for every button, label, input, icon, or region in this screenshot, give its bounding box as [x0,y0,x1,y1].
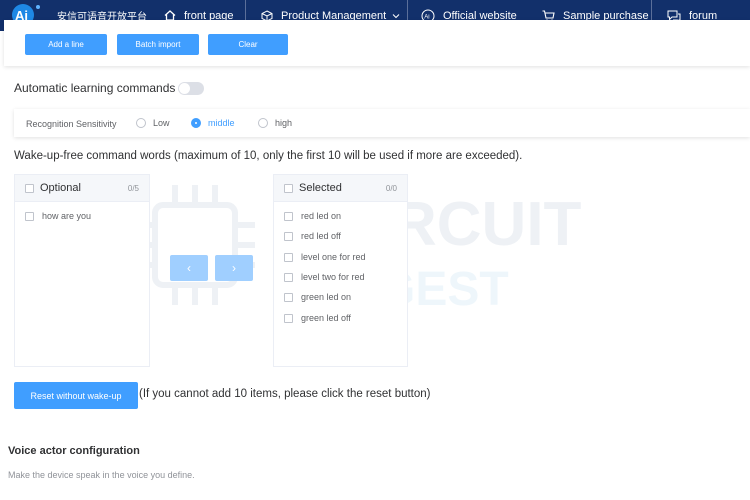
reset-note: (If you cannot add 10 items, please clic… [139,388,431,400]
selected-panel: Selected 0/0 red led on red led off leve… [273,174,408,367]
select-all-optional-checkbox[interactable] [25,184,34,193]
list-item-label: level two for red [301,272,365,282]
optional-panel-count: 0/5 [127,184,139,193]
toggle-knob [179,83,190,94]
radio-label: middle [208,118,235,128]
optional-panel-header: Optional 0/5 [15,175,149,202]
list-item[interactable]: green led on [284,292,351,302]
list-item-label: how are you [42,211,92,221]
optional-panel: Optional 0/5 how are you [14,174,150,367]
chevron-down-icon [392,13,400,18]
add-line-button[interactable]: Add a line [25,34,107,55]
command-actions-card: Add a line Batch import Clear [4,20,750,66]
clear-button[interactable]: Clear [208,34,288,55]
chevron-right-icon: › [232,261,236,275]
radio-checked-icon [191,118,201,128]
item-checkbox[interactable] [284,272,293,282]
selected-panel-title: Selected [299,182,342,194]
wake-free-title: Wake-up-free command words (maximum of 1… [14,150,523,162]
auto-learning-toggle[interactable] [178,82,204,95]
radio-label: Low [153,118,170,128]
sensitivity-option-high[interactable]: high [258,118,292,128]
list-item-label: green led off [301,313,351,323]
item-checkbox[interactable] [284,292,293,302]
chevron-left-icon: ‹ [187,261,191,275]
selected-panel-count: 0/0 [385,184,397,193]
batch-import-button[interactable]: Batch import [117,34,199,55]
reset-without-wakeup-button[interactable]: Reset without wake-up [14,382,138,409]
voice-config-description: Make the device speak in the voice you d… [8,470,195,480]
item-checkbox[interactable] [284,313,293,323]
voice-config-title: Voice actor configuration [8,445,140,457]
list-item[interactable]: red led off [284,231,341,241]
select-all-selected-checkbox[interactable] [284,184,293,193]
item-checkbox[interactable] [284,211,293,221]
radio-label: high [275,118,293,128]
item-checkbox[interactable] [284,252,293,262]
radio-icon [258,118,268,128]
list-item[interactable]: level two for red [284,272,365,282]
move-right-button[interactable]: › [215,255,253,281]
list-item[interactable]: green led off [284,313,351,323]
list-item[interactable]: red led on [284,211,341,221]
radio-icon [136,118,146,128]
sensitivity-option-low[interactable]: Low [136,118,170,128]
sensitivity-label: Recognition Sensitivity [26,119,117,129]
item-checkbox[interactable] [25,211,34,221]
auto-learning-label: Automatic learning commands [14,81,176,95]
sensitivity-option-middle[interactable]: middle [191,118,235,128]
list-item-label: level one for red [301,252,366,262]
list-item-label: red led on [301,211,342,221]
move-left-button[interactable]: ‹ [170,255,208,281]
list-item[interactable]: how are you [25,211,91,221]
list-item-label: red led off [301,231,341,241]
item-checkbox[interactable] [284,231,293,241]
optional-panel-title: Optional [40,182,81,194]
selected-panel-header: Selected 0/0 [274,175,407,202]
sensitivity-card: Recognition Sensitivity Low middle high [14,109,750,137]
list-item-label: green led on [301,292,352,302]
list-item[interactable]: level one for red [284,252,366,262]
